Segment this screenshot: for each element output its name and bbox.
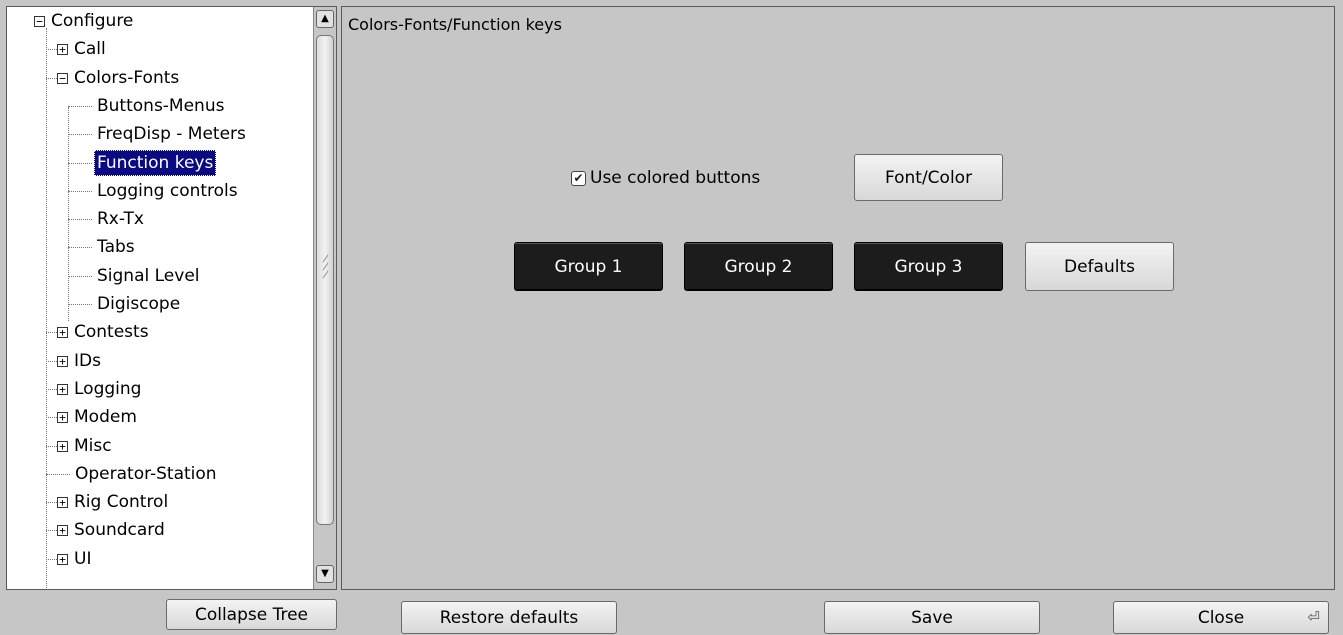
check-icon: ✔ <box>573 170 584 185</box>
tree-connector <box>46 473 70 475</box>
collapse-tree-label: Collapse Tree <box>194 604 309 625</box>
tree-item[interactable]: Modem <box>71 404 140 430</box>
tree-connector <box>46 49 57 51</box>
collapse-tree-button[interactable]: Collapse Tree <box>166 599 337 630</box>
tree-item[interactable]: IDs <box>71 348 104 374</box>
tree-expander-icon[interactable]: − <box>57 72 68 84</box>
caret-up-icon: ▲ <box>321 13 329 24</box>
tree-item[interactable]: Rig Control <box>71 489 171 515</box>
restore-defaults-label: Restore defaults <box>439 607 579 628</box>
tree-connector <box>68 247 92 249</box>
scroll-up-button[interactable]: ▲ <box>316 10 334 28</box>
tree-connector <box>46 77 57 79</box>
group-2-button-label: Group 2 <box>724 256 793 277</box>
font-color-button-label: Font/Color <box>884 167 973 188</box>
tree-connector <box>46 502 57 504</box>
tree-expander-icon[interactable]: + <box>57 440 68 452</box>
group-3-button-label: Group 3 <box>894 256 963 277</box>
tree-item[interactable]: FreqDisp - Meters <box>94 121 249 147</box>
scrollbar-thumb[interactable] <box>316 35 334 525</box>
tree-expander-icon[interactable]: + <box>57 412 68 424</box>
tree-item[interactable]: Buttons-Menus <box>94 93 227 119</box>
tree-connector <box>46 28 47 589</box>
tree-expander-icon[interactable]: + <box>57 44 68 56</box>
use-colored-buttons-row[interactable]: ✔ Use colored buttons <box>571 168 760 188</box>
tree-expander-icon[interactable]: + <box>57 553 68 565</box>
tree-item[interactable]: Configure <box>48 8 136 34</box>
tree-expander-icon[interactable]: + <box>57 525 68 537</box>
close-label: Close <box>1197 607 1245 628</box>
tree-scrollbar[interactable]: ▲ ▼ <box>313 7 336 589</box>
tree-connector <box>46 445 57 447</box>
tree-item[interactable]: Rx-Tx <box>94 206 147 232</box>
tree-item[interactable]: UI <box>71 546 94 572</box>
tree-list: − Configure + Call − Colors-Fonts Buttons-Menu… <box>7 7 313 589</box>
use-colored-buttons-checkbox[interactable]: ✔ <box>571 170 586 186</box>
save-label: Save <box>911 607 953 628</box>
tree-expander-icon[interactable]: + <box>57 497 68 509</box>
return-key-icon: ⏎ <box>1307 608 1320 626</box>
tree-item[interactable]: Call <box>71 36 109 62</box>
group-1-button-label: Group 1 <box>554 256 623 277</box>
tree-expander-icon[interactable]: + <box>57 327 68 339</box>
defaults-button-label: Defaults <box>1064 256 1135 277</box>
settings-panel: Colors-Fonts/Function keys ✔ Use colored… <box>341 6 1335 590</box>
group-1-button[interactable]: Group 1 <box>514 242 663 291</box>
tree-connector <box>68 219 92 221</box>
restore-defaults-button[interactable]: Restore defaults <box>401 601 617 634</box>
tree-item-selected[interactable]: Function keys <box>94 149 217 176</box>
tree-connector <box>46 360 57 362</box>
tree-item[interactable]: Logging controls <box>94 178 241 204</box>
tree-connector <box>68 275 92 277</box>
close-button[interactable]: Close ⏎ <box>1113 601 1329 634</box>
tree-item[interactable]: Operator-Station <box>72 461 220 487</box>
defaults-button[interactable]: Defaults <box>1025 242 1174 291</box>
caret-down-icon: ▼ <box>321 568 329 579</box>
tree-item[interactable]: Contests <box>71 319 152 345</box>
tree-connector <box>46 417 57 419</box>
panel-title: Colors-Fonts/Function keys <box>348 15 562 34</box>
tree-connector <box>68 190 92 192</box>
tree-connector <box>68 162 92 164</box>
tree-item[interactable]: Digiscope <box>94 291 183 317</box>
tree-item[interactable]: Colors-Fonts <box>71 65 182 91</box>
tree-connector <box>68 134 92 136</box>
tree-item[interactable]: Tabs <box>94 234 138 260</box>
group-3-button[interactable]: Group 3 <box>854 242 1003 291</box>
use-colored-buttons-label: Use colored buttons <box>590 168 761 188</box>
tree-connector <box>46 530 57 532</box>
tree-connector <box>68 105 92 107</box>
tree-item[interactable]: Misc <box>71 433 115 459</box>
tree-expander-icon[interactable]: + <box>57 383 68 395</box>
group-2-button[interactable]: Group 2 <box>684 242 833 291</box>
tree-expander-icon[interactable]: − <box>34 16 45 27</box>
tree-item[interactable]: Logging <box>71 376 144 402</box>
tree-item[interactable]: Soundcard <box>71 517 168 543</box>
scroll-down-button[interactable]: ▼ <box>316 565 334 583</box>
tree-connector <box>68 107 69 321</box>
tree-connector <box>68 304 92 305</box>
tree-connector <box>46 388 57 390</box>
tree-item[interactable]: Signal Level <box>94 263 203 289</box>
save-button[interactable]: Save <box>824 601 1040 634</box>
config-tree[interactable]: − Configure + Call − Colors-Fonts Buttons-Menu… <box>6 6 337 590</box>
font-color-button[interactable]: Font/Color <box>854 154 1003 201</box>
tree-connector <box>46 558 57 560</box>
tree-expander-icon[interactable]: + <box>57 355 68 367</box>
tree-connector <box>46 332 57 334</box>
